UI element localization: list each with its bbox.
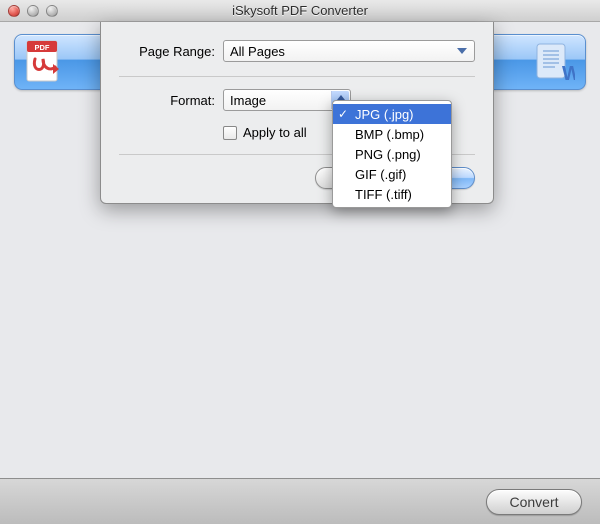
titlebar: iSkysoft PDF Converter bbox=[0, 0, 600, 22]
checkmark-icon: ✓ bbox=[338, 107, 348, 121]
page-range-value: All Pages bbox=[230, 44, 285, 59]
zoom-window-icon[interactable] bbox=[46, 5, 58, 17]
page-range-label: Page Range: bbox=[119, 44, 215, 59]
word-file-icon: W bbox=[533, 41, 575, 83]
svg-text:PDF: PDF bbox=[35, 43, 50, 52]
menu-item-label: GIF (.gif) bbox=[355, 167, 406, 182]
format-label: Format: bbox=[119, 93, 215, 108]
main-area: PDF W Page Range: All Pages Format: Imag… bbox=[0, 22, 600, 478]
format-value: Image bbox=[230, 93, 266, 108]
convert-button[interactable]: Convert bbox=[486, 489, 582, 515]
chevron-down-icon bbox=[454, 43, 470, 59]
menu-item-jpg[interactable]: ✓ JPG (.jpg) bbox=[333, 104, 451, 124]
apply-to-all-checkbox[interactable] bbox=[223, 126, 237, 140]
svg-text:W: W bbox=[562, 63, 575, 83]
menu-item-label: JPG (.jpg) bbox=[355, 107, 414, 122]
menu-item-png[interactable]: PNG (.png) bbox=[333, 144, 451, 164]
menu-item-label: BMP (.bmp) bbox=[355, 127, 424, 142]
close-window-icon[interactable] bbox=[8, 5, 20, 17]
page-range-row: Page Range: All Pages bbox=[119, 40, 475, 62]
menu-item-gif[interactable]: GIF (.gif) bbox=[333, 164, 451, 184]
menu-item-label: PNG (.png) bbox=[355, 147, 421, 162]
apply-to-all-label: Apply to all bbox=[243, 125, 307, 140]
separator bbox=[119, 76, 475, 77]
menu-item-tiff[interactable]: TIFF (.tiff) bbox=[333, 184, 451, 204]
bottom-toolbar: Convert bbox=[0, 478, 600, 524]
menu-item-label: TIFF (.tiff) bbox=[355, 187, 412, 202]
window-title: iSkysoft PDF Converter bbox=[0, 3, 600, 18]
format-dropdown-menu: ✓ JPG (.jpg) BMP (.bmp) PNG (.png) GIF (… bbox=[332, 100, 452, 208]
pdf-file-icon: PDF bbox=[25, 39, 63, 85]
minimize-window-icon[interactable] bbox=[27, 5, 39, 17]
convert-button-label: Convert bbox=[509, 494, 558, 510]
window-traffic-lights bbox=[8, 5, 58, 17]
menu-item-bmp[interactable]: BMP (.bmp) bbox=[333, 124, 451, 144]
page-range-select[interactable]: All Pages bbox=[223, 40, 475, 62]
